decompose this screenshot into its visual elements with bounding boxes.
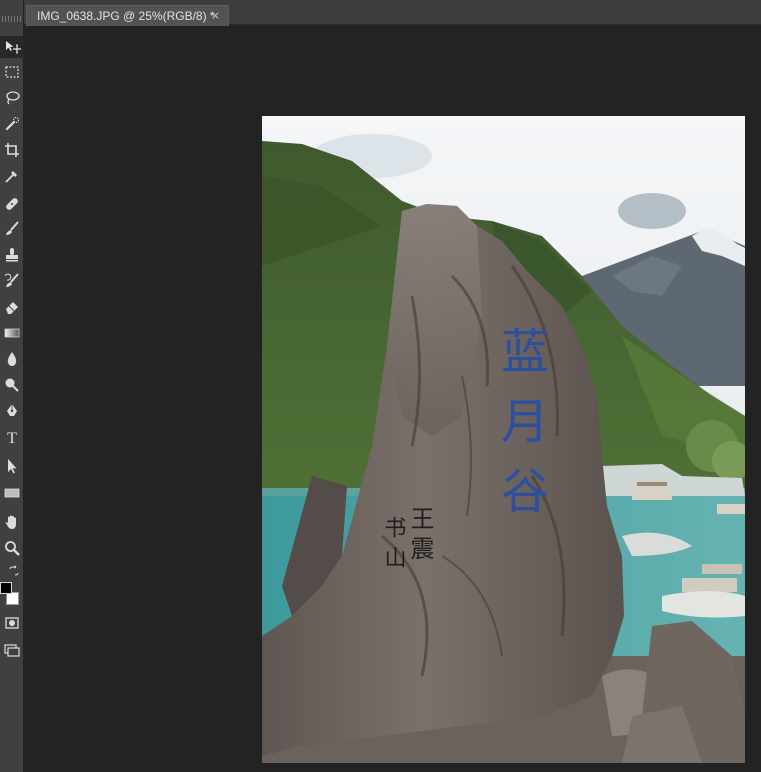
brush-icon: [6, 221, 19, 235]
zoom-tool[interactable]: [0, 537, 24, 559]
quick-mask-tool[interactable]: [0, 612, 24, 634]
eyedropper-icon: [5, 171, 17, 183]
marquee-tool[interactable]: [0, 61, 24, 83]
blur-tool[interactable]: [0, 348, 24, 370]
quick-selection-tool[interactable]: [0, 113, 24, 135]
dodge-tool[interactable]: [0, 374, 24, 396]
quick-selection-icon: [5, 116, 20, 131]
quick-mask-icon: [5, 617, 19, 629]
history-brush-tool[interactable]: [0, 270, 24, 292]
document-image[interactable]: 蓝月谷 王震 书山: [262, 116, 745, 763]
swap-arrows-icon: [9, 565, 19, 576]
move-icon: [6, 41, 21, 54]
stamp-icon: [6, 248, 18, 262]
carved-text-blue: 蓝月谷: [492, 326, 548, 536]
gradient-icon: [4, 328, 20, 338]
swap-colors-button[interactable]: [7, 562, 21, 576]
hand-icon: [5, 515, 16, 529]
foreground-color-swatch[interactable]: [0, 582, 12, 594]
zoom-icon: [5, 541, 20, 556]
dodge-icon: [5, 378, 19, 392]
hand-tool[interactable]: [0, 511, 24, 533]
path-selection-tool[interactable]: [0, 455, 24, 477]
color-swatches: [0, 578, 24, 608]
eyedropper-tool[interactable]: [0, 165, 24, 187]
history-brush-icon: [4, 273, 19, 287]
healing-brush-tool[interactable]: [0, 193, 24, 215]
brush-tool[interactable]: [0, 218, 24, 240]
eraser-icon: [6, 302, 18, 314]
crop-tool[interactable]: [0, 139, 24, 161]
pen-tool[interactable]: [0, 400, 24, 422]
screen-mode-tool[interactable]: [0, 640, 24, 662]
type-tool[interactable]: T: [0, 428, 24, 450]
shape-tool[interactable]: [0, 482, 24, 504]
document-tab[interactable]: IMG_0638.JPG @ 25%(RGB/8) * ×: [26, 5, 229, 26]
tools-panel: T: [0, 0, 24, 772]
panel-grip[interactable]: [2, 16, 21, 22]
pen-icon: [7, 404, 17, 416]
document-tab-title: IMG_0638.JPG @ 25%(RGB/8) *: [37, 9, 215, 23]
landscape-photo: 蓝月谷 王震 书山: [262, 116, 745, 763]
lasso-icon: [6, 91, 20, 105]
gradient-tool[interactable]: [0, 322, 24, 344]
marquee-icon: [5, 66, 19, 78]
screen-mode-icon: [4, 644, 20, 657]
carved-text-black-right: 王震: [406, 506, 434, 566]
eraser-tool[interactable]: [0, 296, 24, 318]
drop-icon: [7, 352, 17, 366]
lasso-tool[interactable]: [0, 87, 24, 109]
crop-icon: [5, 143, 19, 157]
bandage-icon: [6, 198, 18, 210]
carved-text-black-left: 书山: [381, 516, 406, 576]
close-icon[interactable]: ×: [211, 9, 220, 22]
move-tool[interactable]: [0, 36, 24, 58]
arrow-icon: [8, 459, 17, 474]
rectangle-icon: [4, 488, 20, 498]
clone-stamp-tool[interactable]: [0, 244, 24, 266]
type-icon: T: [7, 430, 17, 447]
